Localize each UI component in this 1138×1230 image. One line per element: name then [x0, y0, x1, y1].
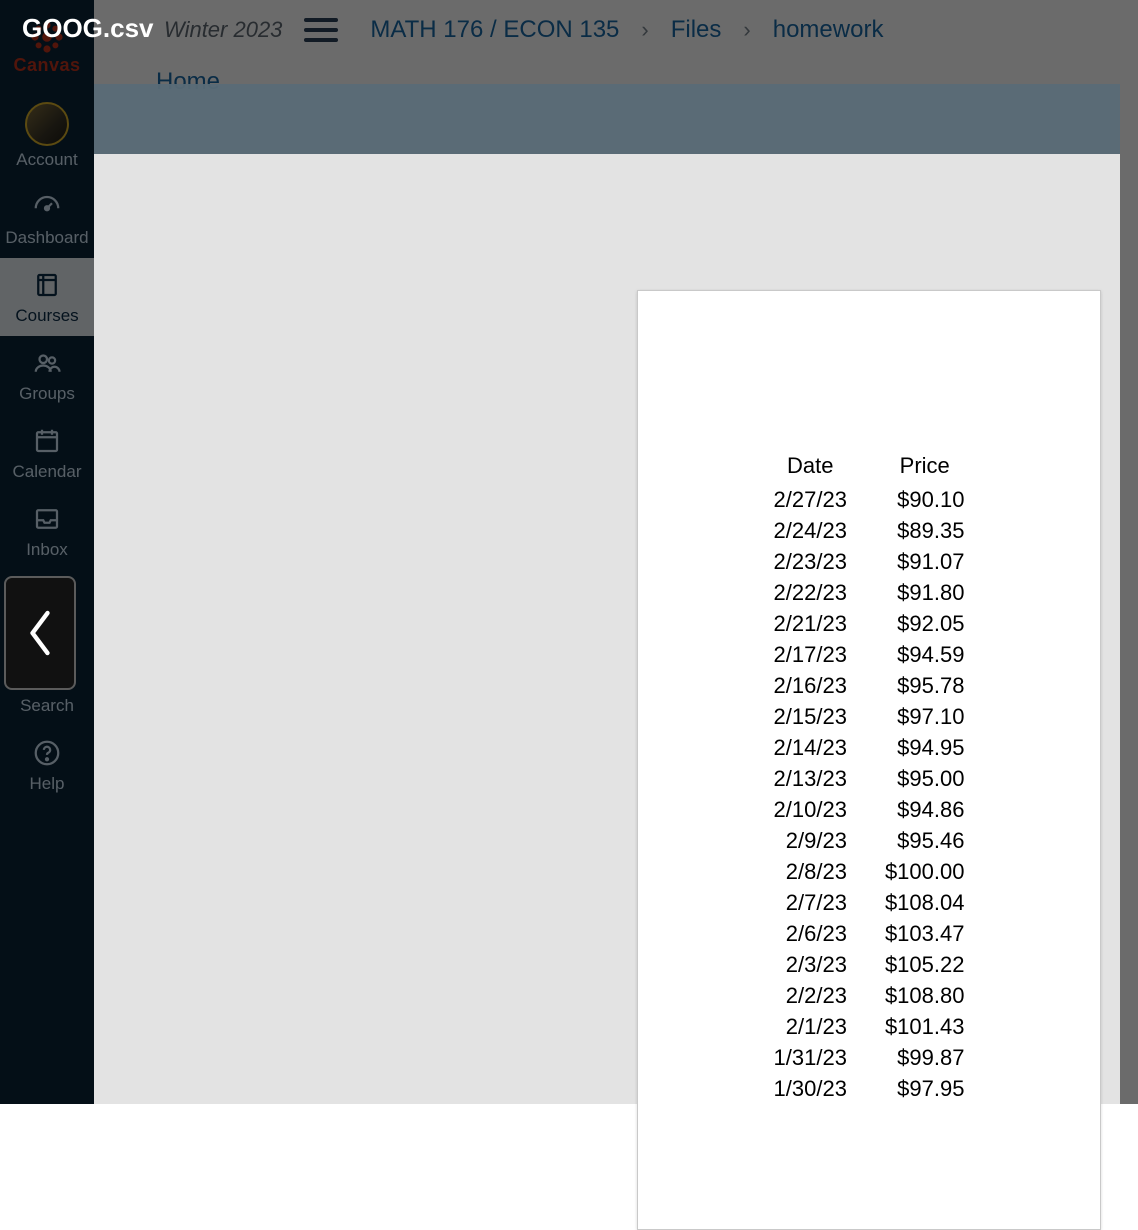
cell-price: $91.07 [867, 547, 983, 576]
cell-date: 2/14/23 [756, 733, 865, 762]
table-row: 2/2/23$108.80 [756, 981, 983, 1010]
cell-date: 2/6/23 [756, 919, 865, 948]
preview-toolbar [94, 84, 1120, 154]
cell-price: $94.86 [867, 795, 983, 824]
cell-date: 2/13/23 [756, 764, 865, 793]
table-row: 2/7/23$108.04 [756, 888, 983, 917]
cell-date: 2/24/23 [756, 516, 865, 545]
cell-date: 2/21/23 [756, 609, 865, 638]
cell-date: 2/9/23 [756, 826, 865, 855]
cell-date: 2/10/23 [756, 795, 865, 824]
cell-price: $101.43 [867, 1012, 983, 1041]
cell-price: $94.59 [867, 640, 983, 669]
cell-date: 2/1/23 [756, 1012, 865, 1041]
table-row: 2/8/23$100.00 [756, 857, 983, 886]
cell-price: $99.87 [867, 1043, 983, 1072]
cell-price: $103.47 [867, 919, 983, 948]
cell-price: $108.04 [867, 888, 983, 917]
cell-price: $105.22 [867, 950, 983, 979]
cell-date: 2/8/23 [756, 857, 865, 886]
table-row: 2/9/23$95.46 [756, 826, 983, 855]
table-row: 2/17/23$94.59 [756, 640, 983, 669]
table-row: 2/15/23$97.10 [756, 702, 983, 731]
file-viewer-titlebar: GOOG.csv [0, 0, 1138, 56]
cell-price: $97.95 [867, 1074, 983, 1103]
cell-price: $92.05 [867, 609, 983, 638]
table-row: 2/23/23$91.07 [756, 547, 983, 576]
cell-date: 2/17/23 [756, 640, 865, 669]
preview-canvas[interactable]: Date Price 2/27/23$90.102/24/23$89.352/2… [94, 154, 1120, 1104]
chevron-left-icon [21, 608, 59, 658]
cell-date: 2/16/23 [756, 671, 865, 700]
table-row: 2/14/23$94.95 [756, 733, 983, 762]
table-row: 2/10/23$94.86 [756, 795, 983, 824]
table-row: 2/27/23$90.10 [756, 485, 983, 514]
cell-price: $90.10 [867, 485, 983, 514]
table-row: 2/22/23$91.80 [756, 578, 983, 607]
table-row: 2/21/23$92.05 [756, 609, 983, 638]
cell-date: 2/22/23 [756, 578, 865, 607]
cell-date: 1/31/23 [756, 1043, 865, 1072]
data-table: Date Price 2/27/23$90.102/24/23$89.352/2… [754, 451, 985, 1105]
cell-date: 2/2/23 [756, 981, 865, 1010]
cell-price: $97.10 [867, 702, 983, 731]
table-row: 1/30/23$97.95 [756, 1074, 983, 1103]
cell-date: 2/15/23 [756, 702, 865, 731]
table-row: 2/3/23$105.22 [756, 950, 983, 979]
cell-price: $89.35 [867, 516, 983, 545]
table-row: 2/1/23$101.43 [756, 1012, 983, 1041]
cell-price: $108.80 [867, 981, 983, 1010]
cell-date: 1/30/23 [756, 1074, 865, 1103]
cell-date: 2/23/23 [756, 547, 865, 576]
cell-date: 2/7/23 [756, 888, 865, 917]
previous-file-button[interactable] [4, 576, 76, 690]
cell-date: 2/3/23 [756, 950, 865, 979]
table-row: 2/16/23$95.78 [756, 671, 983, 700]
table-row: 2/6/23$103.47 [756, 919, 983, 948]
cell-date: 2/27/23 [756, 485, 865, 514]
table-row: 2/13/23$95.00 [756, 764, 983, 793]
cell-price: $95.00 [867, 764, 983, 793]
cell-price: $95.46 [867, 826, 983, 855]
file-title: GOOG.csv [22, 13, 154, 44]
cell-price: $94.95 [867, 733, 983, 762]
col-header-price: Price [867, 453, 983, 483]
table-row: 1/31/23$99.87 [756, 1043, 983, 1072]
document-page: Date Price 2/27/23$90.102/24/23$89.352/2… [637, 290, 1101, 1230]
cell-price: $91.80 [867, 578, 983, 607]
cell-price: $100.00 [867, 857, 983, 886]
table-row: 2/24/23$89.35 [756, 516, 983, 545]
cell-price: $95.78 [867, 671, 983, 700]
col-header-date: Date [756, 453, 865, 483]
